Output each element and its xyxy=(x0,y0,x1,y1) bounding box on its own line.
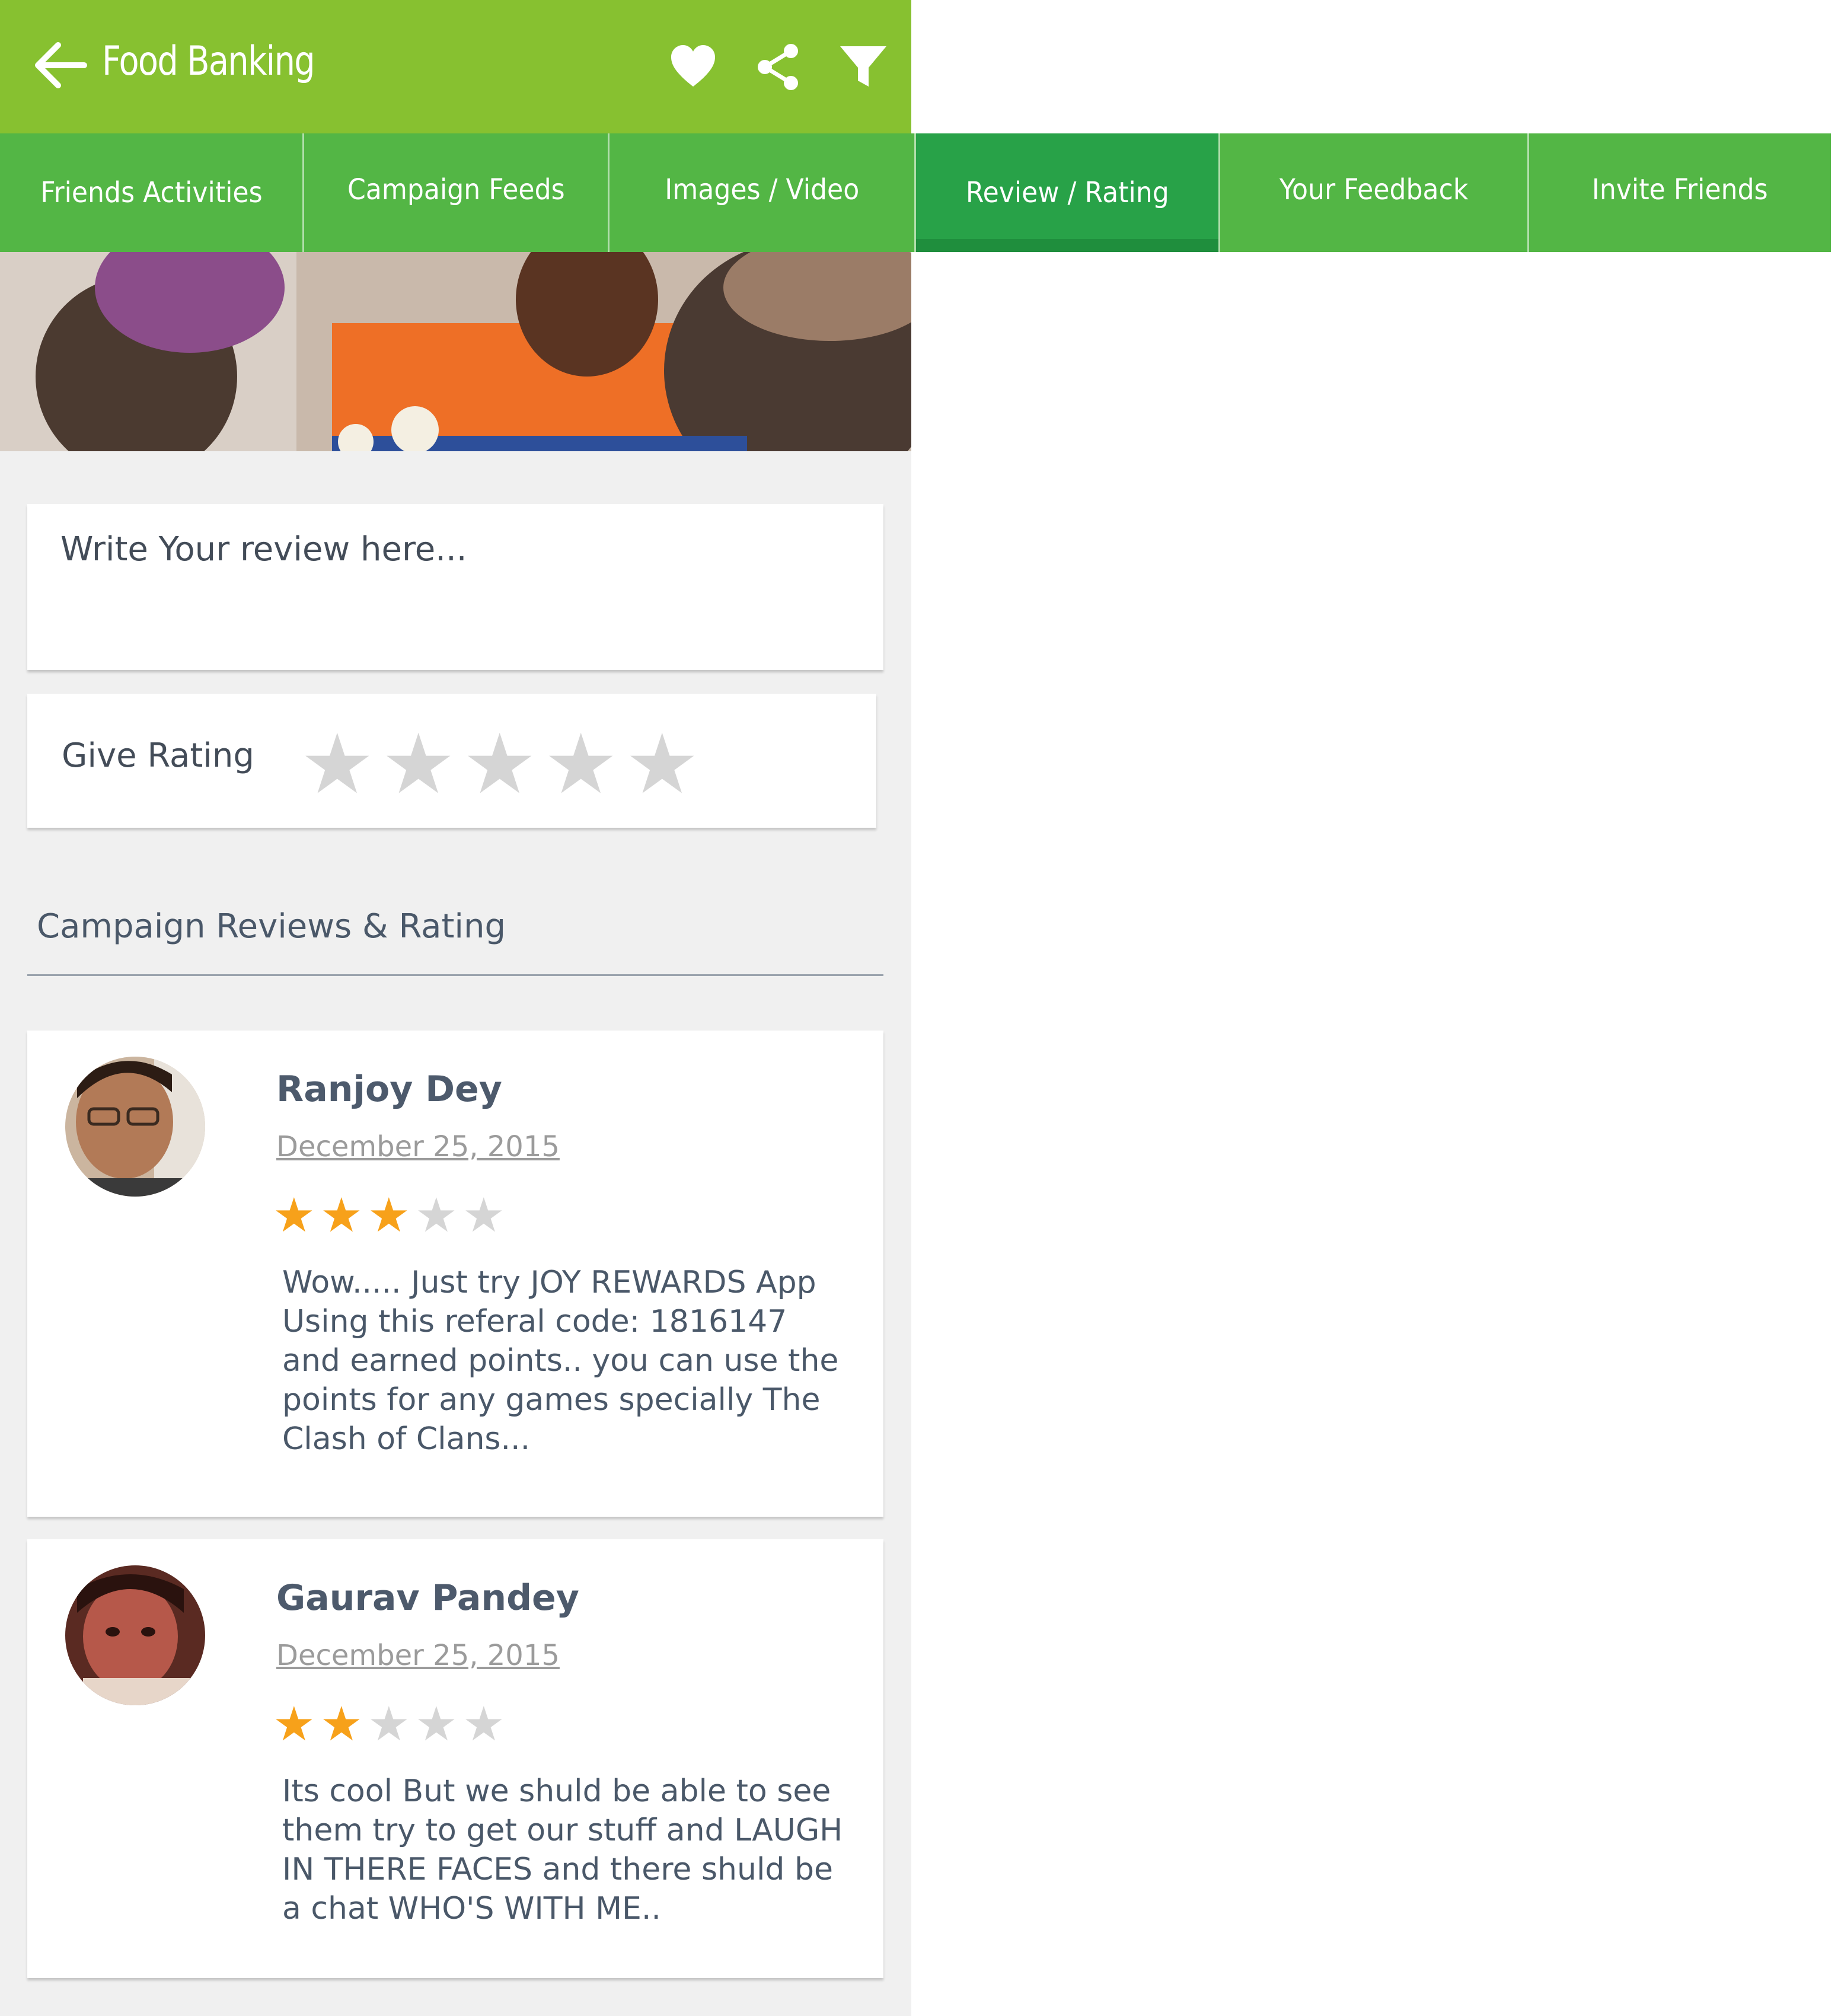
star-filled-icon: ★ xyxy=(368,1188,410,1243)
star-empty-icon[interactable]: ★ xyxy=(381,723,456,806)
star-filled-icon: ★ xyxy=(320,1696,363,1752)
star-empty-icon: ★ xyxy=(368,1696,410,1752)
give-rating-label: Give Rating xyxy=(62,736,254,775)
review-card: Gaurav Pandey December 25, 2015 ★ ★ ★ ★ ★ It… xyxy=(27,1539,883,1978)
page-title: Food Banking xyxy=(102,38,315,85)
avatar-image xyxy=(65,1057,205,1197)
campaign-banner-image xyxy=(0,252,911,451)
filter-icon[interactable] xyxy=(839,43,888,91)
banner-illustration xyxy=(0,252,911,451)
share-icon[interactable] xyxy=(754,43,803,91)
tab-images-video[interactable]: Images / Video xyxy=(610,133,914,252)
tab-friends-activities[interactable]: Friends Activities xyxy=(0,133,302,252)
heart-icon[interactable] xyxy=(669,43,717,91)
star-filled-icon: ★ xyxy=(320,1188,363,1243)
avatar[interactable] xyxy=(65,1057,205,1197)
star-empty-icon[interactable]: ★ xyxy=(544,723,618,806)
reviewer-name: Ranjoy Dey xyxy=(276,1068,502,1110)
star-filled-icon: ★ xyxy=(273,1188,315,1243)
reviewer-name: Gaurav Pandey xyxy=(276,1577,579,1619)
review-date[interactable]: December 25, 2015 xyxy=(276,1130,560,1163)
star-empty-icon: ★ xyxy=(462,1696,505,1752)
section-divider xyxy=(27,974,883,976)
section-title: Campaign Reviews & Rating xyxy=(37,907,506,946)
review-date[interactable]: December 25, 2015 xyxy=(276,1639,560,1672)
tab-bar: Friends Activities Campaign Feeds Images… xyxy=(0,133,1831,252)
avatar-image xyxy=(65,1565,205,1705)
tab-invite-friends[interactable]: Invite Friends xyxy=(1529,133,1831,252)
review-text: Its cool But we shuld be able to see the… xyxy=(282,1773,843,1926)
review-card: Ranjoy Dey December 25, 2015 ★ ★ ★ ★ ★ Wow..… xyxy=(27,1031,883,1517)
avatar[interactable] xyxy=(65,1565,205,1705)
give-rating-card: Give Rating ★ ★ ★ ★ ★ xyxy=(27,694,876,828)
star-empty-icon: ★ xyxy=(415,1696,458,1752)
star-empty-icon[interactable]: ★ xyxy=(300,723,375,806)
tab-campaign-feeds[interactable]: Campaign Feeds xyxy=(304,133,608,252)
review-placeholder: Write Your review here... xyxy=(60,530,467,569)
review-textarea[interactable]: Write Your review here... xyxy=(27,504,883,670)
star-empty-icon: ★ xyxy=(415,1188,458,1243)
tab-review-rating[interactable]: Review / Rating xyxy=(916,133,1218,252)
tab-your-feedback[interactable]: Your Feedback xyxy=(1220,133,1527,252)
star-empty-icon[interactable]: ★ xyxy=(625,723,700,806)
app-bar: Food Banking xyxy=(0,0,911,133)
back-arrow-icon[interactable] xyxy=(34,42,88,89)
star-empty-icon[interactable]: ★ xyxy=(462,723,537,806)
review-text: Wow..... Just try JOY REWARDS App Using … xyxy=(282,1265,839,1457)
star-filled-icon: ★ xyxy=(273,1696,315,1752)
star-empty-icon: ★ xyxy=(462,1188,505,1243)
